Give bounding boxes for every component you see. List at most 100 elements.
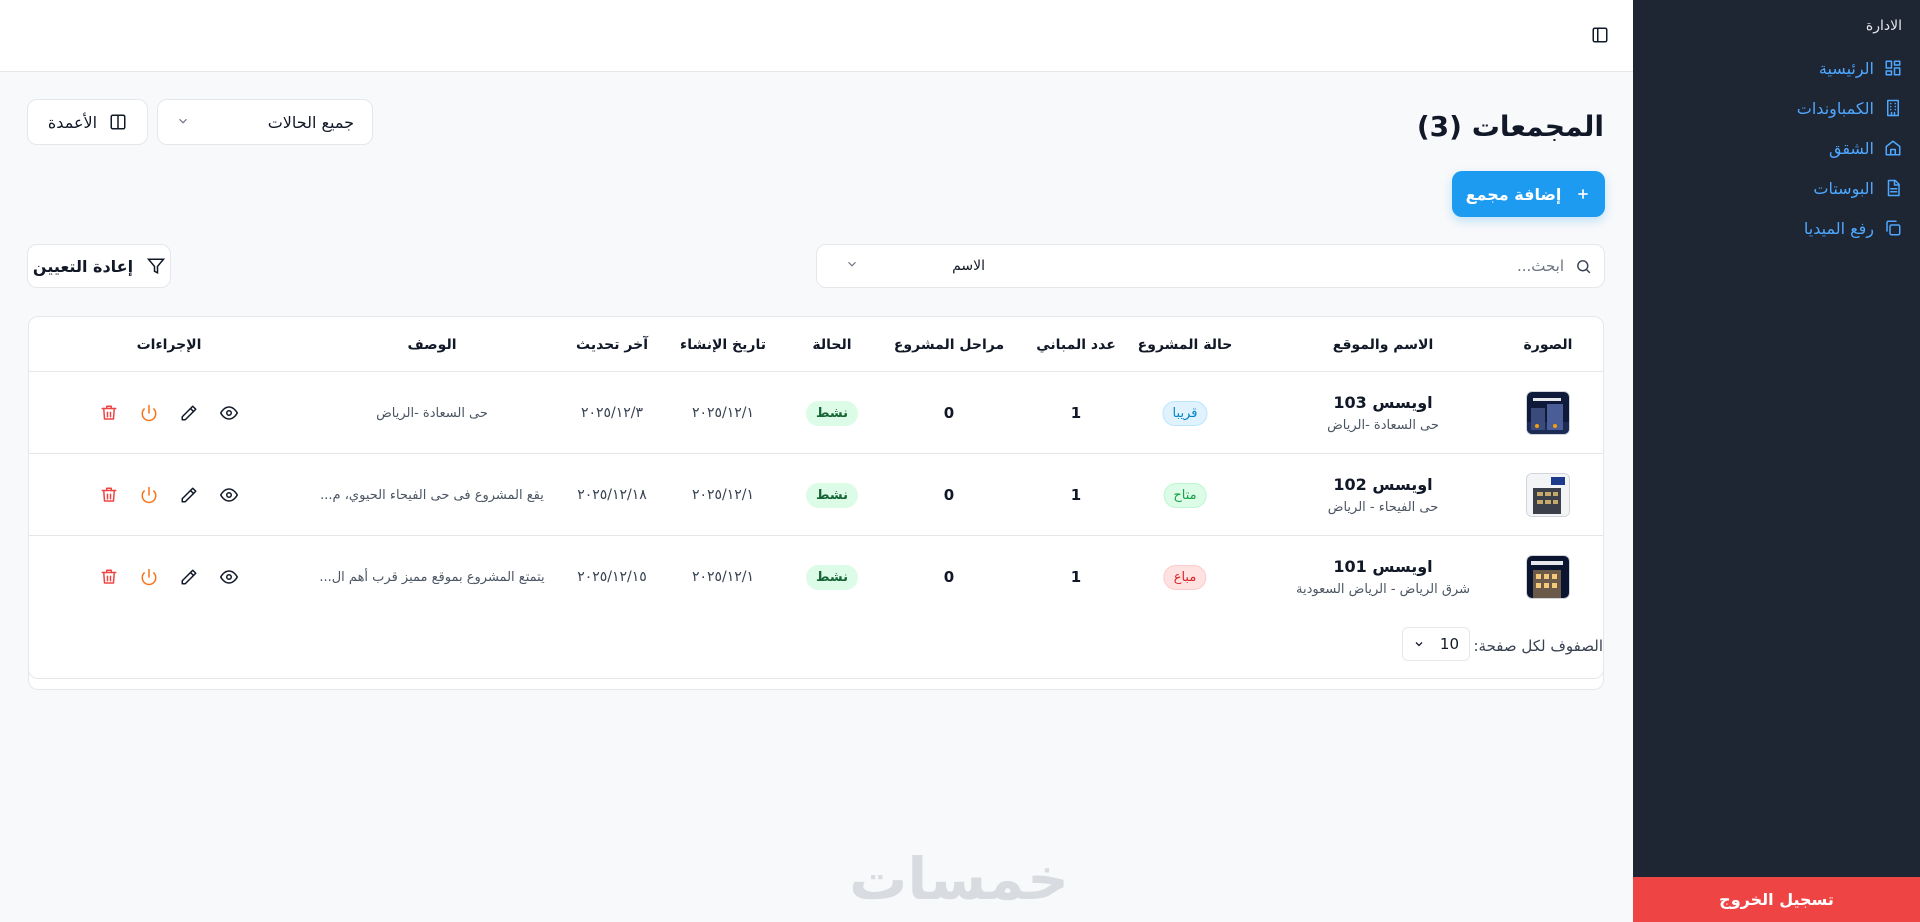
- pencil-icon[interactable]: [180, 486, 198, 504]
- header-updated: آخر تحديث: [576, 336, 648, 353]
- copy-icon: [1884, 219, 1902, 237]
- plus-icon: [1575, 186, 1591, 202]
- header-created: تاريخ الإنشاء: [680, 336, 766, 353]
- dashboard-icon: [1884, 59, 1902, 77]
- sidebar-item-label: الرئيسية: [1818, 58, 1874, 78]
- phases-count: 0: [943, 404, 955, 422]
- reset-filters-button[interactable]: إعادة التعيين: [27, 244, 171, 288]
- sidebar-toggle-button[interactable]: [1589, 24, 1611, 46]
- row-actions: [100, 568, 238, 586]
- power-icon[interactable]: [140, 404, 158, 422]
- search-input[interactable]: [1144, 245, 1564, 287]
- eye-icon[interactable]: [220, 404, 238, 422]
- top-bar: [0, 0, 1633, 72]
- compound-location: حى الفيحاء - الرياض: [1327, 500, 1439, 515]
- phases-count: 0: [943, 486, 955, 504]
- header-image: الصورة: [1523, 336, 1573, 353]
- header-actions: الإجراءات: [136, 336, 202, 353]
- header-project-status: حالة المشروع: [1137, 336, 1233, 353]
- columns-button[interactable]: الأعمدة: [27, 99, 148, 145]
- search-field-select[interactable]: الاسم: [845, 245, 985, 287]
- status-badge: نشط: [805, 564, 859, 590]
- status-badge: نشط: [805, 482, 859, 508]
- header-description: الوصف: [407, 336, 457, 353]
- sidebar-menu: الرئيسية الكمباوندات الشقق البوستات رفع …: [1651, 48, 1902, 248]
- power-icon[interactable]: [140, 486, 158, 504]
- building-icon: [1884, 99, 1902, 117]
- buildings-count: 1: [1070, 568, 1082, 586]
- page-title: المجمعات (3): [1416, 110, 1604, 143]
- eye-icon[interactable]: [220, 568, 238, 586]
- created-date: ٢٠٢٥/١٢/١: [691, 405, 755, 421]
- compound-name: اويسس 103: [1333, 393, 1433, 412]
- compound-location: شرق الرياض - الرياض السعودية: [1296, 582, 1470, 597]
- rows-per-page-select[interactable]: 10: [1402, 627, 1470, 661]
- compound-thumbnail[interactable]: [1526, 391, 1570, 435]
- status-filter-select[interactable]: جميع الحالات: [157, 99, 373, 145]
- columns-icon: [109, 113, 127, 131]
- main-content: المجمعات (3) جميع الحالات الأعمدة إضافة …: [0, 72, 1633, 922]
- sidebar-group-label: الادارة: [1865, 18, 1902, 34]
- pagination: الصفوف لكل صفحة: 10: [28, 617, 1604, 679]
- trash-icon[interactable]: [100, 404, 118, 422]
- created-date: ٢٠٢٥/١٢/١: [691, 487, 755, 503]
- columns-label: الأعمدة: [47, 112, 98, 132]
- chevron-down-icon: [845, 257, 859, 275]
- compound-thumbnail[interactable]: [1526, 555, 1570, 599]
- table-header: الصورة الاسم والموقع حالة المشروع عدد ال…: [29, 317, 1603, 372]
- table-row: اويسس 103 حى السعادة -الرياض قريبا 1 0 ن…: [29, 372, 1603, 454]
- sidebar-toggle-icon: [1591, 26, 1609, 44]
- power-icon[interactable]: [140, 568, 158, 586]
- sidebar-item-label: الشقق: [1828, 138, 1874, 158]
- reset-filters-label: إعادة التعيين: [32, 256, 134, 276]
- search-icon: [1575, 258, 1592, 279]
- sidebar-item-label: رفع الميديا: [1803, 218, 1874, 238]
- status-filter-value: جميع الحالات: [267, 112, 354, 132]
- row-actions: [100, 486, 238, 504]
- header-phases: مراحل المشروع: [893, 336, 1005, 353]
- header-status: الحالة: [812, 336, 852, 353]
- search-box: الاسم: [816, 244, 1605, 288]
- compound-name: اويسس 101: [1333, 557, 1433, 576]
- status-badge: نشط: [805, 400, 859, 426]
- trash-icon[interactable]: [100, 568, 118, 586]
- sidebar-item-label: الكمباوندات: [1796, 98, 1874, 118]
- updated-date: ٢٠٢٥/١٢/٣: [580, 405, 644, 421]
- description-text: يتمتع المشروع بموقع مميز قرب أهم ال...: [319, 569, 545, 585]
- pencil-icon[interactable]: [180, 568, 198, 586]
- trash-icon[interactable]: [100, 486, 118, 504]
- sidebar-item-posts[interactable]: البوستات: [1651, 168, 1902, 208]
- updated-date: ٢٠٢٥/١٢/١٥: [577, 569, 647, 585]
- sidebar-item-apartments[interactable]: الشقق: [1651, 128, 1902, 168]
- phases-count: 0: [943, 568, 955, 586]
- table-row: اويسس 101 شرق الرياض - الرياض السعودية م…: [29, 536, 1603, 618]
- buildings-count: 1: [1070, 486, 1082, 504]
- compound-name: اويسس 102: [1333, 475, 1433, 494]
- add-compound-button[interactable]: إضافة مجمع: [1452, 171, 1605, 217]
- row-actions: [100, 404, 238, 422]
- chevron-down-icon: [176, 113, 190, 132]
- sidebar-item-compounds[interactable]: الكمباوندات: [1651, 88, 1902, 128]
- chevron-down-icon: [1413, 638, 1425, 650]
- project-status-badge: متاح: [1163, 482, 1207, 508]
- add-compound-label: إضافة مجمع: [1465, 184, 1562, 204]
- search-field-value: الاسم: [952, 258, 985, 274]
- logout-button[interactable]: تسجيل الخروج: [1633, 877, 1920, 922]
- updated-date: ٢٠٢٥/١٢/١٨: [577, 487, 647, 503]
- description-text: يقع المشروع فى حى الفيحاء الحيوي، م...: [320, 487, 544, 503]
- document-icon: [1884, 179, 1902, 197]
- sidebar-item-media-upload[interactable]: رفع الميديا: [1651, 208, 1902, 248]
- header-name: الاسم والموقع: [1332, 336, 1434, 353]
- sidebar-item-home[interactable]: الرئيسية: [1651, 48, 1902, 88]
- rows-per-page-value: 10: [1439, 635, 1459, 653]
- compound-thumbnail[interactable]: [1526, 473, 1570, 517]
- compound-location: حى السعادة -الرياض: [1327, 418, 1439, 433]
- eye-icon[interactable]: [220, 486, 238, 504]
- project-status-badge: مباع: [1163, 564, 1207, 590]
- pencil-icon[interactable]: [180, 404, 198, 422]
- table-row: اويسس 102 حى الفيحاء - الرياض متاح 1 0 ن…: [29, 454, 1603, 536]
- created-date: ٢٠٢٥/١٢/١: [691, 569, 755, 585]
- buildings-count: 1: [1070, 404, 1082, 422]
- sidebar: الادارة الرئيسية الكمباوندات الشقق البوس…: [1633, 0, 1920, 922]
- header-buildings: عدد المباني: [1036, 336, 1116, 353]
